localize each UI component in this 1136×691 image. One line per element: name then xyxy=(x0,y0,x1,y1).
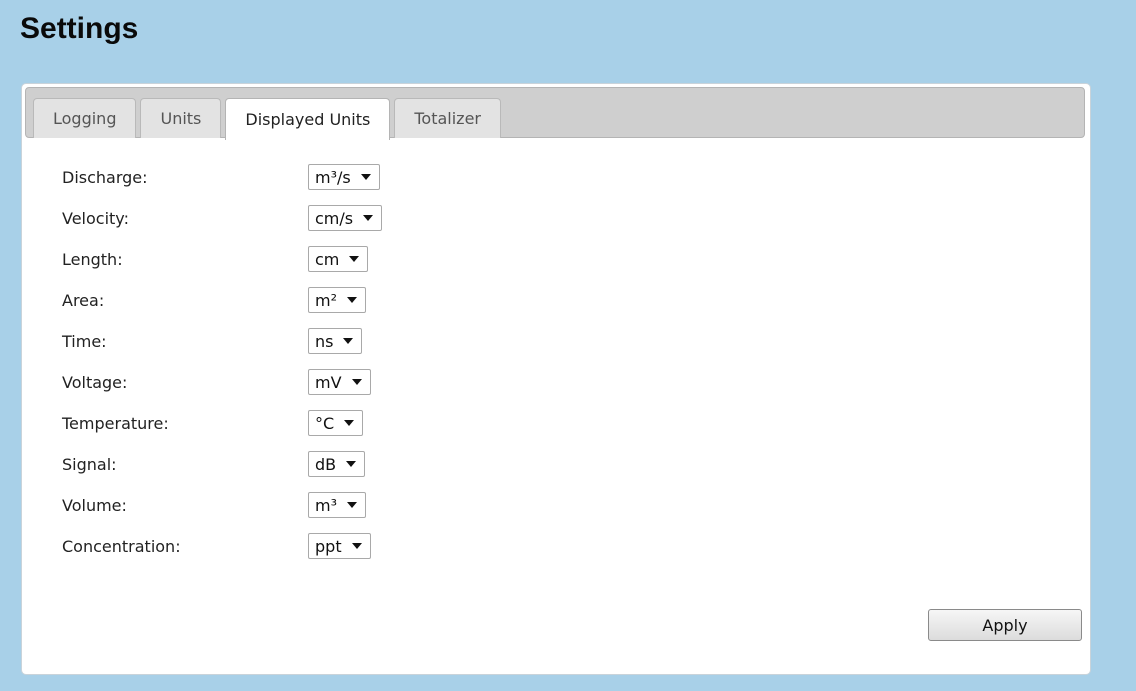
length-select[interactable]: cm xyxy=(308,246,369,272)
tab-units[interactable]: Units xyxy=(140,98,222,138)
chevron-down-icon xyxy=(343,338,354,344)
voltage-value: mV xyxy=(315,372,342,392)
velocity-label: Velocity: xyxy=(62,208,129,228)
concentration-select[interactable]: ppt xyxy=(308,533,371,559)
tab-totalizer[interactable]: Totalizer xyxy=(394,98,501,138)
chevron-down-icon xyxy=(347,502,357,508)
velocity-select[interactable]: cm/s xyxy=(308,205,383,231)
temperature-value: °C xyxy=(315,413,335,433)
apply-button[interactable]: Apply xyxy=(928,609,1082,641)
chevron-down-icon xyxy=(351,379,362,385)
chevron-down-icon xyxy=(349,256,360,262)
discharge-label: Discharge: xyxy=(62,167,148,187)
page-title: Settings xyxy=(20,12,139,45)
settings-panel: Logging Units Displayed Units Totalizer … xyxy=(21,83,1091,675)
volume-label: Volume: xyxy=(62,495,127,515)
voltage-label: Voltage: xyxy=(62,372,128,392)
area-label: Area: xyxy=(62,290,105,310)
voltage-select[interactable]: mV xyxy=(308,369,371,395)
chevron-down-icon xyxy=(344,420,355,426)
volume-value: m³ xyxy=(315,495,337,515)
discharge-value: m³/s xyxy=(315,167,351,187)
signal-select[interactable]: dB xyxy=(308,451,366,477)
chevron-down-icon xyxy=(363,215,374,221)
chevron-down-icon xyxy=(351,543,362,549)
tab-logging[interactable]: Logging xyxy=(33,98,137,138)
chevron-down-icon xyxy=(360,174,371,180)
signal-label: Signal: xyxy=(62,454,117,474)
area-select[interactable]: m² xyxy=(308,287,366,313)
temperature-label: Temperature: xyxy=(62,413,169,433)
velocity-value: cm/s xyxy=(315,208,354,228)
time-value: ns xyxy=(315,331,334,351)
concentration-value: ppt xyxy=(315,536,342,556)
time-select[interactable]: ns xyxy=(308,328,363,354)
chevron-down-icon xyxy=(347,297,357,303)
length-value: cm xyxy=(315,249,340,269)
concentration-label: Concentration: xyxy=(62,536,181,556)
tab-displayed-units[interactable]: Displayed Units xyxy=(225,98,391,140)
chevron-down-icon xyxy=(346,461,357,467)
time-label: Time: xyxy=(62,331,107,351)
area-value: m² xyxy=(315,290,337,310)
discharge-select[interactable]: m³/s xyxy=(308,164,380,190)
tab-bar: Logging Units Displayed Units Totalizer xyxy=(25,87,1085,140)
volume-select[interactable]: m³ xyxy=(308,492,366,518)
temperature-select[interactable]: °C xyxy=(308,410,364,436)
length-label: Length: xyxy=(62,249,123,269)
signal-value: dB xyxy=(315,454,337,474)
tab-list: Logging Units Displayed Units Totalizer xyxy=(33,98,501,140)
